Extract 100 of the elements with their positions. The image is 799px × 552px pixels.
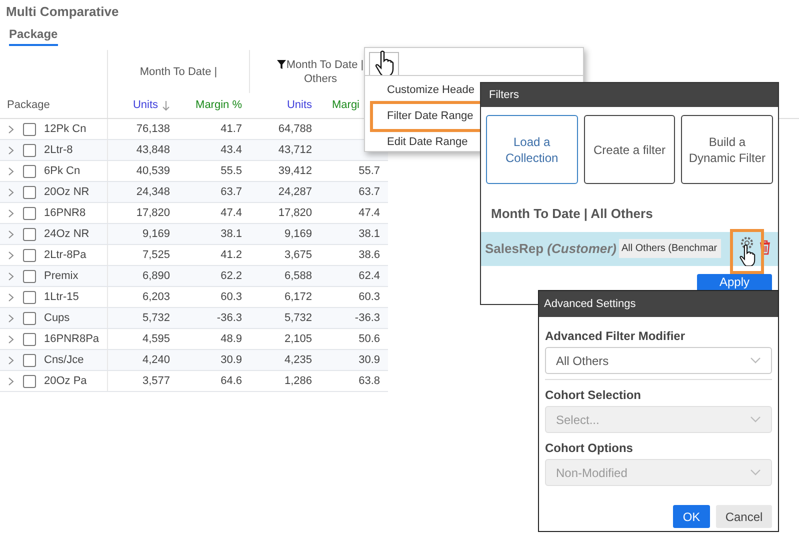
checkbox[interactable]: [23, 332, 36, 346]
table-cell-text: 4,595: [142, 332, 170, 347]
row-label: 16PNR8Pa: [44, 332, 100, 347]
row-label: 1Ltr-15: [44, 290, 79, 305]
settings-icon: [740, 236, 754, 250]
option-button[interactable]: Build a Dynamic Filter: [681, 115, 774, 184]
checkbox[interactable]: [23, 144, 36, 156]
table-cell-text: 30.9: [358, 352, 380, 368]
table-cell-text: 17,820: [278, 206, 312, 221]
column-header[interactable]: Units: [286, 97, 312, 114]
menu-tab[interactable]: [369, 52, 399, 76]
cancel-button[interactable]: Cancel: [716, 505, 772, 528]
row-label: 2Ltr-8: [44, 142, 73, 158]
chevron-down-icon: [750, 416, 761, 423]
checkbox[interactable]: [23, 270, 36, 282]
checkbox[interactable]: [23, 228, 36, 240]
table-cell-text: 60.3: [358, 290, 380, 305]
table-cell-text: 1,286: [284, 374, 312, 389]
row-label: 2Ltr-8Pa: [44, 248, 86, 263]
table-cell-text: 4,240: [142, 352, 170, 368]
checkbox[interactable]: [23, 122, 36, 136]
checkbox[interactable]: [23, 290, 36, 304]
filter-label: SalesRep (Customer): [485, 240, 616, 258]
checkbox[interactable]: [23, 164, 36, 178]
table-cell-text: 41.7: [220, 122, 242, 137]
table-cell-text: 24,348: [136, 184, 170, 200]
gear-button[interactable]: [733, 232, 761, 271]
table-cell-text: 4,235: [284, 352, 312, 368]
ok-button[interactable]: OK: [673, 505, 710, 528]
table-cell-text: 5,732: [142, 310, 170, 326]
hand-cursor-icon: [374, 50, 394, 76]
dropdown-value: All Others: [556, 352, 609, 370]
row-label: 16PNR8: [44, 206, 86, 221]
table-cell-text: 55.5: [220, 164, 242, 179]
dialog-title: Filters: [489, 88, 519, 103]
table-cell-text: 55.7: [358, 164, 380, 179]
menu-item[interactable]: Edit Date Range: [373, 130, 482, 154]
table-cell-text: 43,712: [278, 142, 312, 158]
table-cell-text: 9,169: [284, 226, 312, 242]
hand-cursor-icon: [737, 244, 757, 266]
table-cell-text: 38.1: [220, 226, 242, 242]
table-cell-text: 5,732: [284, 310, 312, 326]
table-cell-text: 6,203: [142, 290, 170, 305]
column-header[interactable]: Units: [132, 97, 158, 114]
section-heading: Month To Date | All Others: [490, 205, 654, 223]
checkbox[interactable]: [23, 312, 36, 324]
table-cell-text: 47.4: [358, 206, 380, 221]
table-cell-text: 6,588: [284, 268, 312, 284]
column-group-header: Month To Date |: [140, 64, 218, 78]
table-cell-text: 64.6: [220, 374, 242, 389]
row-label: Premix: [44, 268, 78, 284]
table-cell-text: 40,539: [136, 164, 170, 179]
dropdown-value: Non-Modified: [556, 464, 628, 482]
option-button[interactable]: Create a filter: [584, 115, 676, 184]
row-label: 20Oz Pa: [44, 374, 87, 389]
table-cell-text: 63.7: [358, 184, 380, 200]
table-cell-text: 48.9: [220, 332, 242, 347]
dialog-title: Advanced Settings: [544, 296, 636, 312]
table-cell-text: 6,890: [142, 268, 170, 284]
table-cell-text: 30.9: [220, 352, 242, 368]
table-cell-text: 62.2: [220, 268, 242, 284]
table-cell-text: 76,138: [136, 122, 170, 137]
table-cell-text: 24,287: [278, 184, 312, 200]
row-label: 6Pk Cn: [44, 164, 80, 179]
column-header[interactable]: Margin %: [196, 97, 242, 114]
table-cell-text: 43,848: [136, 142, 170, 158]
trash-icon[interactable]: [759, 240, 771, 254]
option-button[interactable]: Load a Collection: [486, 115, 578, 184]
table-cell-text: 9,169: [142, 226, 170, 242]
table-cell-text: 7,525: [142, 248, 170, 263]
table-cell-text: 41.2: [220, 248, 242, 263]
value-field[interactable]: All Others (Benchmar: [618, 239, 720, 258]
menu-item[interactable]: Customize Heade: [373, 78, 488, 102]
row-label: 12Pk Cn: [44, 122, 86, 137]
table-cell-text: 17,820: [136, 206, 170, 221]
row-label: 24Oz NR: [44, 226, 90, 242]
dropdown-field[interactable]: All Others: [545, 347, 772, 374]
checkbox[interactable]: [23, 374, 36, 388]
table-cell-text: 63.8: [358, 374, 380, 389]
row-label: Cns/Jce: [44, 352, 84, 368]
table-cell-text: 50.6: [358, 332, 380, 347]
table-cell-text: 64,788: [278, 122, 312, 137]
field-label: Advanced Filter Modifier: [545, 328, 686, 345]
table-cell-text: 62.4: [358, 268, 380, 284]
tab[interactable]: Package: [9, 25, 58, 46]
checkbox[interactable]: [23, 186, 36, 198]
table-cell-text: -36.3: [354, 310, 380, 326]
checkbox[interactable]: [23, 354, 36, 366]
dropdown-value: Select...: [556, 412, 600, 428]
checkbox[interactable]: [23, 206, 36, 220]
column-group-header: Others: [304, 72, 337, 86]
table-cell-text: 3,577: [142, 374, 170, 389]
row-label: 20Oz NR: [44, 184, 90, 200]
chevron-down-icon: [750, 357, 761, 364]
column-header[interactable]: Margi: [332, 97, 360, 114]
column-header: Package: [0, 93, 108, 118]
table-cell-text: 6,172: [284, 290, 312, 305]
column-group-header: Month To Date |: [286, 58, 364, 72]
checkbox[interactable]: [23, 248, 36, 262]
table-cell-text: 38.6: [358, 248, 380, 263]
